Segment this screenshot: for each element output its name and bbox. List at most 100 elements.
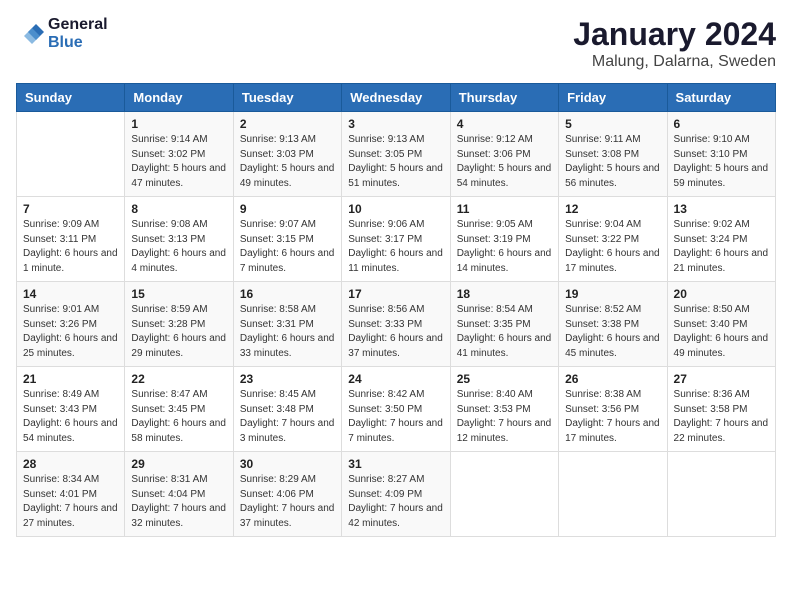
day-info: Sunrise: 8:49 AMSunset: 3:43 PMDaylight:… (23, 388, 118, 446)
day-number: 31 (348, 457, 443, 471)
day-info: Sunrise: 8:54 AMSunset: 3:35 PMDaylight:… (457, 303, 552, 361)
logo: General Blue (16, 16, 108, 52)
calendar-cell (559, 452, 667, 537)
day-number: 10 (348, 202, 443, 216)
day-info: Sunrise: 8:47 AMSunset: 3:45 PMDaylight:… (131, 388, 226, 446)
day-info: Sunrise: 9:04 AMSunset: 3:22 PMDaylight:… (565, 218, 660, 276)
day-number: 5 (565, 117, 660, 131)
header-monday: Monday (125, 84, 233, 112)
calendar-header-row: Sunday Monday Tuesday Wednesday Thursday… (17, 84, 776, 112)
day-info: Sunrise: 9:01 AMSunset: 3:26 PMDaylight:… (23, 303, 118, 361)
calendar-cell: 20 Sunrise: 8:50 AMSunset: 3:40 PMDayligh… (667, 282, 775, 367)
calendar-week-row: 1Sunrise: 9:14 AMSunset: 3:02 PMDaylight… (17, 112, 776, 197)
calendar-week-row: 7 Sunrise: 9:09 AMSunset: 3:11 PMDaylight… (17, 197, 776, 282)
day-info: Sunrise: 9:09 AMSunset: 3:11 PMDaylight:… (23, 218, 118, 276)
day-number: 3 (348, 117, 443, 131)
day-number: 22 (131, 372, 226, 386)
calendar-cell: 28 Sunrise: 8:34 AMSunset: 4:01 PMDayligh… (17, 452, 125, 537)
location-subtitle: Malung, Dalarna, Sweden (573, 53, 776, 71)
calendar-table: Sunday Monday Tuesday Wednesday Thursday… (16, 83, 776, 537)
day-info: Sunrise: 8:59 AMSunset: 3:28 PMDaylight:… (131, 303, 226, 361)
calendar-cell: 14Sunrise: 9:01 AMSunset: 3:26 PMDayligh… (17, 282, 125, 367)
day-number: 6 (674, 117, 769, 131)
day-info: Sunrise: 9:10 AMSunset: 3:10 PMDaylight:… (674, 133, 769, 191)
header-wednesday: Wednesday (342, 84, 450, 112)
day-number: 7 (23, 202, 118, 216)
calendar-cell: 29Sunrise: 8:31 AMSunset: 4:04 PMDayligh… (125, 452, 233, 537)
day-number: 11 (457, 202, 552, 216)
calendar-cell: 7 Sunrise: 9:09 AMSunset: 3:11 PMDaylight… (17, 197, 125, 282)
day-number: 9 (240, 202, 335, 216)
day-number: 18 (457, 287, 552, 301)
day-info: Sunrise: 9:12 AMSunset: 3:06 PMDaylight:… (457, 133, 552, 191)
day-number: 15 (131, 287, 226, 301)
logo-text: General Blue (48, 16, 108, 52)
day-info: Sunrise: 9:13 AMSunset: 3:03 PMDaylight:… (240, 133, 335, 191)
calendar-cell: 6 Sunrise: 9:10 AMSunset: 3:10 PMDaylight… (667, 112, 775, 197)
calendar-cell (667, 452, 775, 537)
day-number: 21 (23, 372, 118, 386)
day-info: Sunrise: 8:56 AMSunset: 3:33 PMDaylight:… (348, 303, 443, 361)
day-number: 13 (674, 202, 769, 216)
day-number: 23 (240, 372, 335, 386)
day-info: Sunrise: 8:34 AMSunset: 4:01 PMDaylight:… (23, 473, 118, 531)
header-friday: Friday (559, 84, 667, 112)
day-info: Sunrise: 9:02 AMSunset: 3:24 PMDaylight:… (674, 218, 769, 276)
day-info: Sunrise: 8:29 AMSunset: 4:06 PMDaylight:… (240, 473, 335, 531)
header-saturday: Saturday (667, 84, 775, 112)
calendar-cell: 18 Sunrise: 8:54 AMSunset: 3:35 PMDayligh… (450, 282, 558, 367)
calendar-cell: 27Sunrise: 8:36 AMSunset: 3:58 PMDayligh… (667, 367, 775, 452)
day-number: 4 (457, 117, 552, 131)
header-sunday: Sunday (17, 84, 125, 112)
calendar-cell: 13 Sunrise: 9:02 AMSunset: 3:24 PMDayligh… (667, 197, 775, 282)
day-info: Sunrise: 8:52 AMSunset: 3:38 PMDaylight:… (565, 303, 660, 361)
calendar-cell: 4 Sunrise: 9:12 AMSunset: 3:06 PMDaylight… (450, 112, 558, 197)
month-title: January 2024 (573, 16, 776, 53)
day-number: 2 (240, 117, 335, 131)
header-tuesday: Tuesday (233, 84, 341, 112)
day-info: Sunrise: 8:50 AMSunset: 3:40 PMDaylight:… (674, 303, 769, 361)
calendar-cell: 8 Sunrise: 9:08 AMSunset: 3:13 PMDaylight… (125, 197, 233, 282)
calendar-cell: 15 Sunrise: 8:59 AMSunset: 3:28 PMDayligh… (125, 282, 233, 367)
calendar-cell: 5 Sunrise: 9:11 AMSunset: 3:08 PMDaylight… (559, 112, 667, 197)
calendar-cell (450, 452, 558, 537)
day-number: 28 (23, 457, 118, 471)
day-info: Sunrise: 8:27 AMSunset: 4:09 PMDaylight:… (348, 473, 443, 531)
day-number: 8 (131, 202, 226, 216)
calendar-cell: 19 Sunrise: 8:52 AMSunset: 3:38 PMDayligh… (559, 282, 667, 367)
calendar-cell: 24 Sunrise: 8:42 AMSunset: 3:50 PMDayligh… (342, 367, 450, 452)
calendar-cell: 2 Sunrise: 9:13 AMSunset: 3:03 PMDaylight… (233, 112, 341, 197)
page-header: General Blue January 2024 Malung, Dalarn… (16, 16, 776, 71)
day-info: Sunrise: 9:11 AMSunset: 3:08 PMDaylight:… (565, 133, 660, 191)
day-number: 29 (131, 457, 226, 471)
day-info: Sunrise: 8:36 AMSunset: 3:58 PMDaylight:… (674, 388, 769, 446)
day-number: 19 (565, 287, 660, 301)
day-number: 12 (565, 202, 660, 216)
calendar-cell: 23Sunrise: 8:45 AMSunset: 3:48 PMDayligh… (233, 367, 341, 452)
calendar-week-row: 28 Sunrise: 8:34 AMSunset: 4:01 PMDayligh… (17, 452, 776, 537)
calendar-cell: 21 Sunrise: 8:49 AMSunset: 3:43 PMDayligh… (17, 367, 125, 452)
day-info: Sunrise: 8:42 AMSunset: 3:50 PMDaylight:… (348, 388, 443, 446)
day-number: 26 (565, 372, 660, 386)
calendar-cell: 3 Sunrise: 9:13 AMSunset: 3:05 PMDaylight… (342, 112, 450, 197)
day-number: 20 (674, 287, 769, 301)
calendar-cell: 25Sunrise: 8:40 AMSunset: 3:53 PMDayligh… (450, 367, 558, 452)
logo-icon (16, 20, 44, 48)
day-number: 24 (348, 372, 443, 386)
calendar-cell: 16Sunrise: 8:58 AMSunset: 3:31 PMDayligh… (233, 282, 341, 367)
day-info: Sunrise: 9:08 AMSunset: 3:13 PMDaylight:… (131, 218, 226, 276)
calendar-cell: 10 Sunrise: 9:06 AMSunset: 3:17 PMDayligh… (342, 197, 450, 282)
calendar-week-row: 21 Sunrise: 8:49 AMSunset: 3:43 PMDayligh… (17, 367, 776, 452)
calendar-cell: 11 Sunrise: 9:05 AMSunset: 3:19 PMDayligh… (450, 197, 558, 282)
calendar-cell: 9Sunrise: 9:07 AMSunset: 3:15 PMDaylight… (233, 197, 341, 282)
day-info: Sunrise: 9:05 AMSunset: 3:19 PMDaylight:… (457, 218, 552, 276)
calendar-week-row: 14Sunrise: 9:01 AMSunset: 3:26 PMDayligh… (17, 282, 776, 367)
day-info: Sunrise: 9:06 AMSunset: 3:17 PMDaylight:… (348, 218, 443, 276)
calendar-cell: 26Sunrise: 8:38 AMSunset: 3:56 PMDayligh… (559, 367, 667, 452)
title-area: January 2024 Malung, Dalarna, Sweden (573, 16, 776, 71)
day-info: Sunrise: 9:13 AMSunset: 3:05 PMDaylight:… (348, 133, 443, 191)
calendar-cell: 30Sunrise: 8:29 AMSunset: 4:06 PMDayligh… (233, 452, 341, 537)
calendar-cell: 1Sunrise: 9:14 AMSunset: 3:02 PMDaylight… (125, 112, 233, 197)
day-number: 16 (240, 287, 335, 301)
day-info: Sunrise: 8:40 AMSunset: 3:53 PMDaylight:… (457, 388, 552, 446)
